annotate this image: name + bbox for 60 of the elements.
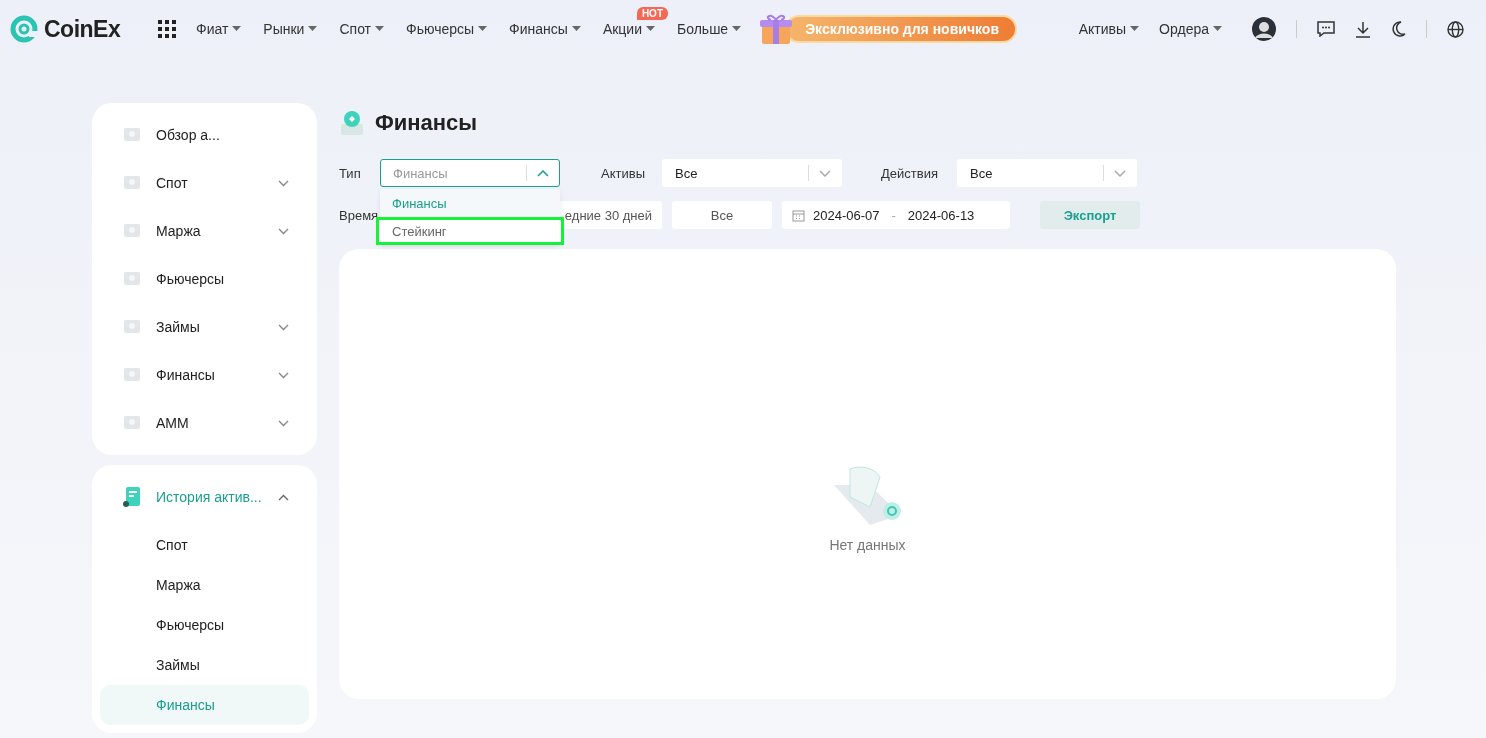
chevron-down-icon <box>1114 169 1126 177</box>
caret-icon <box>308 26 318 32</box>
logo-icon <box>10 15 38 43</box>
apps-grid-icon[interactable] <box>158 20 176 38</box>
avatar-icon[interactable] <box>1252 17 1276 41</box>
calendar-icon <box>792 208 805 222</box>
all-option[interactable]: Все <box>672 201 772 229</box>
select-field[interactable]: Все <box>662 159 842 187</box>
chevron-down-icon <box>278 323 289 331</box>
caret-icon <box>478 26 488 32</box>
sidebar-item[interactable]: Обзор а... <box>100 111 309 159</box>
caret-icon <box>646 26 655 32</box>
select-field[interactable]: Все <box>957 159 1137 187</box>
caret-icon <box>1130 26 1140 32</box>
nav-menu[interactable]: Больше <box>677 21 742 37</box>
sidebar-item[interactable]: Спот <box>100 159 309 207</box>
filter-label: Действия <box>881 165 939 181</box>
sidebar-subitem[interactable]: Маржа <box>100 565 309 605</box>
sidebar-item[interactable]: Фьючерсы <box>100 255 309 303</box>
nav-menu[interactable]: Спот <box>339 21 385 37</box>
nav-menu[interactable]: Активы <box>1078 21 1140 37</box>
document-icon <box>122 486 142 508</box>
chevron-down-icon <box>278 419 289 427</box>
download-icon[interactable] <box>1355 20 1371 38</box>
gift-icon <box>759 12 794 46</box>
moon-icon[interactable] <box>1391 21 1406 37</box>
sidebar-subitem[interactable]: Фьючерсы <box>100 605 309 645</box>
date-range-field[interactable]: 2024-06-07 - 2024-06-13 <box>782 201 1010 229</box>
finance-icon <box>339 110 365 136</box>
caret-icon <box>571 26 581 32</box>
chevron-down-icon <box>819 169 831 177</box>
chevron-down-icon <box>278 227 289 235</box>
nav-menu[interactable]: Ордера <box>1159 21 1222 37</box>
chevron-down-icon <box>278 179 289 187</box>
nav-menu[interactable]: Фьючерсы <box>406 21 488 37</box>
caret-icon <box>1213 26 1222 32</box>
caret-icon <box>375 26 385 32</box>
sidebar-subitem[interactable]: Займы <box>100 645 309 685</box>
filter-label: Тип <box>339 165 362 181</box>
nav-menu[interactable]: Финансы <box>509 21 581 37</box>
sidebar-subitem[interactable]: Спот <box>100 525 309 565</box>
chat-icon[interactable] <box>1317 21 1335 37</box>
caret-icon <box>732 26 742 32</box>
nav-menu[interactable]: Фиат <box>196 21 242 37</box>
page-title: Финансы <box>375 110 478 136</box>
brand-name[interactable]: CoinEx <box>44 15 121 43</box>
dropdown-option[interactable]: Стейкинг <box>376 217 564 245</box>
sidebar-item[interactable]: Маржа <box>100 207 309 255</box>
hot-badge: HOT <box>636 7 668 20</box>
globe-icon[interactable] <box>1447 20 1464 38</box>
empty-state-text: Нет данных <box>829 537 906 553</box>
caret-icon <box>232 26 242 32</box>
sidebar-item[interactable]: AMM <box>100 399 309 447</box>
nav-menu[interactable]: Акции <box>602 21 655 37</box>
chevron-up-icon <box>537 169 549 177</box>
sidebar-item[interactable]: Финансы <box>100 351 309 399</box>
chevron-down-icon <box>278 371 289 379</box>
filter-label: Активы <box>601 165 646 181</box>
nav-menu[interactable]: Рынки <box>263 21 318 37</box>
sidebar-item[interactable]: Займы <box>100 303 309 351</box>
